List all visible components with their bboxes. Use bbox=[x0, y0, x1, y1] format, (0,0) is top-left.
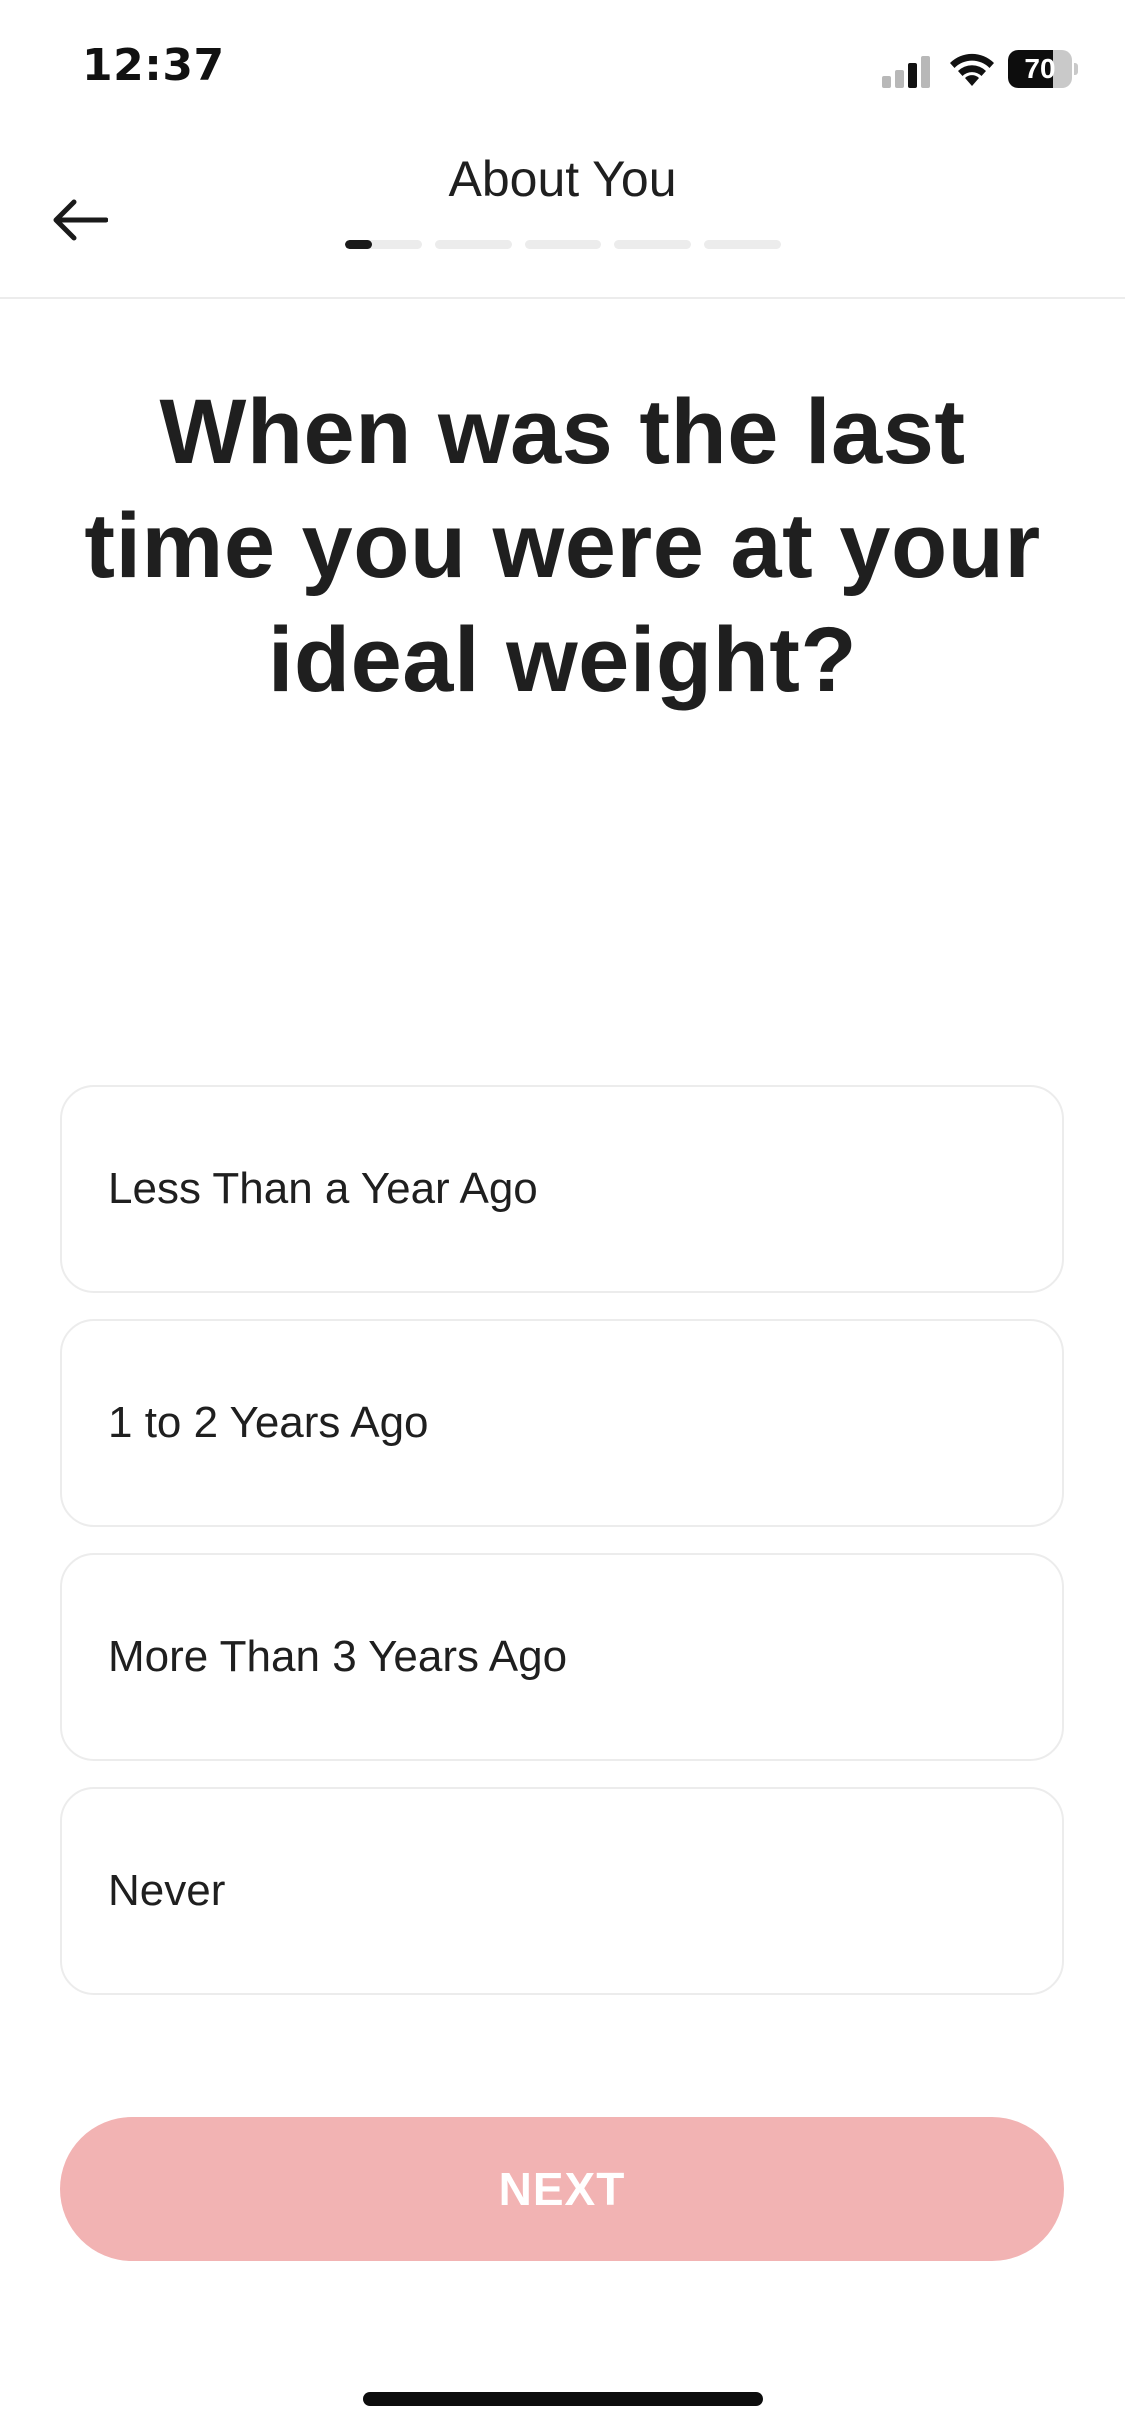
battery-body: 70 bbox=[1008, 50, 1072, 88]
next-button[interactable]: NEXT bbox=[60, 2117, 1064, 2261]
header: About You bbox=[0, 140, 1125, 299]
battery-indicator: 70 bbox=[1008, 50, 1078, 88]
option-label: Never bbox=[108, 1866, 226, 1915]
cellular-signal-icon bbox=[882, 56, 930, 88]
progress-segment bbox=[614, 240, 692, 249]
progress-segment bbox=[434, 240, 512, 249]
progress-segment bbox=[524, 240, 602, 249]
option-label: 1 to 2 Years Ago bbox=[108, 1398, 429, 1447]
options-list: Less Than a Year Ago 1 to 2 Years Ago Mo… bbox=[60, 1085, 1064, 2021]
next-button-label: NEXT bbox=[498, 2163, 626, 2215]
option-label: More Than 3 Years Ago bbox=[108, 1632, 568, 1681]
option-label: Less Than a Year Ago bbox=[108, 1164, 538, 1213]
step-progress-indicator bbox=[345, 240, 781, 250]
option-less-than-a-year-ago[interactable]: Less Than a Year Ago bbox=[60, 1085, 1064, 1293]
battery-tip bbox=[1074, 63, 1078, 75]
option-more-than-3-years-ago[interactable]: More Than 3 Years Ago bbox=[60, 1553, 1064, 1761]
battery-level-text: 70 bbox=[1024, 53, 1056, 84]
progress-segment bbox=[704, 240, 781, 249]
progress-segment bbox=[345, 240, 422, 249]
page-title: About You bbox=[448, 151, 677, 207]
question-heading: When was the last time you were at your … bbox=[84, 381, 1041, 711]
option-1-to-2-years-ago[interactable]: 1 to 2 Years Ago bbox=[60, 1319, 1064, 1527]
wifi-icon bbox=[950, 53, 994, 86]
status-bar: 12:37 70 bbox=[0, 0, 1125, 130]
home-indicator bbox=[363, 2392, 763, 2406]
progress-segment-fill bbox=[345, 240, 372, 249]
status-time: 12:37 bbox=[82, 40, 225, 91]
option-never[interactable]: Never bbox=[60, 1787, 1064, 1995]
